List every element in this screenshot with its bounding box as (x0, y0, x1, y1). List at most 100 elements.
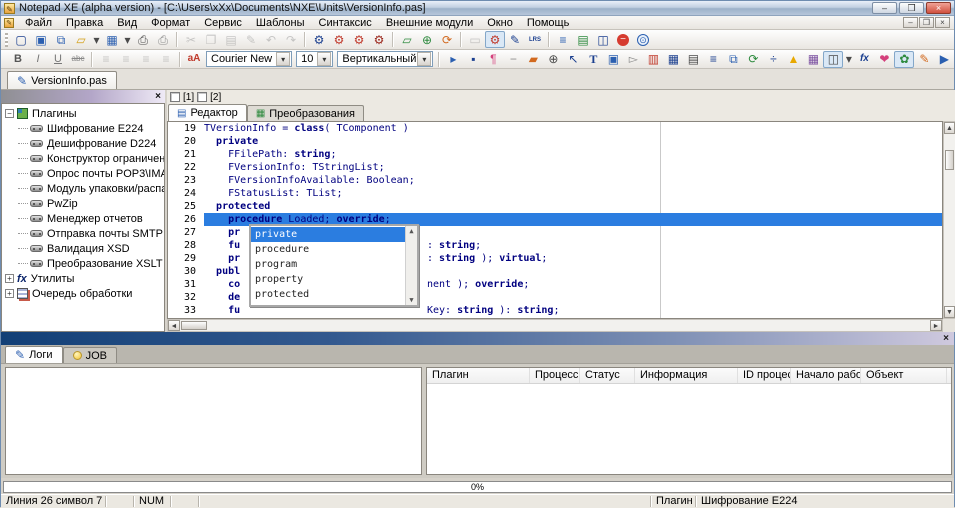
book-open-dropdown[interactable]: ▾ (843, 51, 854, 68)
eraser-button[interactable]: ▰ (523, 51, 543, 68)
bullet-list-button[interactable]: ≡ (156, 51, 176, 68)
scroll-left-icon[interactable]: ◄ (168, 320, 180, 331)
scroll-up-icon[interactable]: ▲ (944, 122, 955, 134)
autocomplete-item-protected[interactable]: protected (251, 287, 405, 302)
tree-item-0[interactable]: −Плагины (2, 106, 164, 121)
column-header-0[interactable]: Плагин (427, 368, 530, 383)
menu-item-7[interactable]: Внешние модули (379, 16, 480, 30)
log-list-button[interactable]: ≡ (553, 31, 573, 48)
menu-item-4[interactable]: Сервис (197, 16, 249, 30)
tree-item-5[interactable]: Модуль упаковки/распаковки (2, 181, 164, 196)
open-project-button[interactable]: ▱ (397, 31, 417, 48)
cut-button[interactable]: ✂ (181, 31, 201, 48)
column-header-6[interactable]: Объект (861, 368, 947, 383)
run-all-button[interactable]: ⚙ (329, 31, 349, 48)
fx-button[interactable]: fx (854, 51, 874, 68)
menu-item-8[interactable]: Окно (480, 16, 520, 30)
tab-редактор[interactable]: ▤Редактор (168, 104, 247, 121)
save-button[interactable]: ▣ (31, 31, 51, 48)
tree-item-12[interactable]: +Очередь обработки (2, 286, 164, 301)
encoding-button[interactable]: ⊕ (543, 51, 563, 68)
scrollbar-thumb[interactable] (945, 150, 954, 170)
table-edit-button[interactable]: ▦ (663, 51, 683, 68)
tree-item-2[interactable]: Дешифрование D224 (2, 136, 164, 151)
scroll-up-icon[interactable]: ▲ (409, 226, 413, 236)
column-header-1[interactable]: Процесс (530, 368, 580, 383)
autocomplete-item-procedure[interactable]: procedure (251, 242, 405, 257)
scrollbar-thumb[interactable] (181, 321, 207, 330)
minimize-button[interactable]: – (872, 2, 897, 14)
expand-icon[interactable]: + (5, 274, 14, 283)
align-left-button[interactable]: ≡ (96, 51, 116, 68)
chevron-down-icon[interactable]: ▾ (417, 52, 431, 66)
paste-button[interactable]: ▤ (221, 31, 241, 48)
close-book-button[interactable]: ▥ (643, 51, 663, 68)
menu-item-2[interactable]: Вид (110, 16, 144, 30)
tab-job[interactable]: JOB (63, 347, 117, 363)
window-1-checkbox[interactable] (170, 92, 180, 102)
mdi-restore-button[interactable]: ❒ (919, 17, 934, 28)
tree-item-3[interactable]: Конструктор ограничений (2, 151, 164, 166)
document-tab-0[interactable]: ✎VersionInfo.pas (7, 71, 117, 89)
stop-queue-button[interactable]: − (613, 31, 633, 48)
tree-item-10[interactable]: Преобразование XSLT (2, 256, 164, 271)
code-editor[interactable]: 19TVersionInfo = class( TComponent )20 p… (167, 121, 943, 319)
doc-sync-button[interactable]: ⟳ (743, 51, 763, 68)
scroll-right-icon[interactable]: ► (930, 320, 942, 331)
text-tool-button[interactable]: T (583, 51, 603, 68)
font-size-select[interactable]: 10▾ (296, 51, 333, 67)
mdi-minimize-button[interactable]: – (903, 17, 918, 28)
abort-process-button[interactable]: ⚙ (369, 31, 389, 48)
insert-grid-dropdown[interactable]: ▾ (122, 31, 133, 48)
print-button[interactable]: ⎙ (133, 31, 153, 48)
layout-mode-select[interactable]: Вертикальный▾ (337, 51, 433, 67)
pointer-button[interactable]: ▻ (623, 51, 643, 68)
run-button[interactable]: ▶ (934, 51, 954, 68)
strike-button[interactable]: abc (68, 51, 88, 68)
wrap-button[interactable]: ≡ (703, 51, 723, 68)
warnings-button[interactable]: ▲ (783, 51, 803, 68)
tree-item-9[interactable]: Валидация XSD (2, 241, 164, 256)
column-header-2[interactable]: Статус (580, 368, 635, 383)
tree-item-11[interactable]: +fxУтилиты (2, 271, 164, 286)
tree-item-8[interactable]: Отправка почты SMTP (2, 226, 164, 241)
run-inline-button[interactable]: ▸ (443, 51, 463, 68)
run-script-button[interactable]: ⚙ (309, 31, 329, 48)
save-session-button[interactable]: ▣ (603, 51, 623, 68)
font-color-button[interactable]: aA (184, 51, 204, 68)
menu-item-0[interactable]: Файл (18, 16, 59, 30)
favorites-button[interactable]: ❤ (874, 51, 894, 68)
log-list[interactable] (5, 367, 422, 475)
tab-преобразования[interactable]: ▦Преобразования (247, 105, 364, 121)
toolbar-grip[interactable] (5, 33, 8, 47)
panel-close-icon[interactable]: × (943, 333, 949, 344)
copy-button[interactable]: ❐ (201, 31, 221, 48)
lrs-button[interactable]: LRS (525, 31, 545, 48)
collapse-icon[interactable]: − (5, 109, 14, 118)
select-tool-button[interactable]: ↖ (563, 51, 583, 68)
align-center-button[interactable]: ≡ (116, 51, 136, 68)
scheduler-button[interactable]: ⊙ (633, 31, 653, 48)
column-header-5[interactable]: Начало работы (791, 368, 861, 383)
editor-vertical-scrollbar[interactable]: ▲ ▼ (943, 121, 955, 319)
mdi-close-button[interactable]: × (935, 17, 950, 28)
hyphen-button[interactable]: − (503, 51, 523, 68)
restart-process-button[interactable]: ⚙ (349, 31, 369, 48)
charmap-button[interactable]: ▦ (803, 51, 823, 68)
columns-button[interactable]: ◫ (593, 31, 613, 48)
print-preview-button[interactable]: ⎙ (153, 31, 173, 48)
chevron-down-icon[interactable]: ▾ (276, 52, 290, 66)
refresh-button[interactable]: ⟳ (437, 31, 457, 48)
palette-toggle[interactable]: ✿ (894, 51, 914, 68)
media-button[interactable]: ▤ (683, 51, 703, 68)
doc-copy-button[interactable]: ⧉ (723, 51, 743, 68)
autocomplete-item-private[interactable]: private (251, 227, 405, 242)
tree-item-4[interactable]: Опрос почты POP3\IMAP4 (2, 166, 164, 181)
close-button[interactable]: × (926, 2, 951, 14)
tab-logs[interactable]: ✎Логи (5, 346, 63, 363)
scroll-down-icon[interactable]: ▼ (944, 306, 955, 318)
open-dropdown[interactable]: ▾ (91, 31, 102, 48)
redo-button[interactable]: ↷ (281, 31, 301, 48)
chevron-down-icon[interactable]: ▾ (317, 52, 331, 66)
autocomplete-item-program[interactable]: program (251, 257, 405, 272)
